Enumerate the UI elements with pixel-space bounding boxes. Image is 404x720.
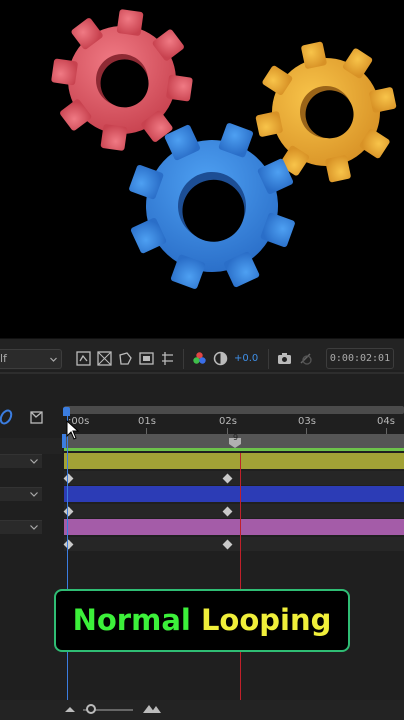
layer-bar-yellow[interactable] [64,453,404,469]
chevron-down-icon[interactable] [30,524,38,531]
chevron-down-icon[interactable] [30,458,38,465]
property-row [64,504,404,518]
exposure-value[interactable]: +0.0 [234,351,258,366]
zoom-out-icon[interactable] [64,704,76,714]
property-row [64,471,404,485]
caption-word-2: Looping [200,603,332,637]
layer-bar-blue[interactable] [64,486,404,502]
marker-label: 9 [233,433,239,442]
time-navigator[interactable] [64,406,404,414]
chevron-down-icon[interactable] [30,491,38,498]
channels-icon[interactable] [192,351,207,366]
layer-row-2[interactable] [0,487,42,501]
ruler-label-4: 04s [377,416,395,427]
composition-viewer[interactable] [0,0,404,338]
toolbar-divider [183,349,184,369]
guides-icon[interactable] [160,351,175,366]
region-icon[interactable] [139,351,154,366]
timeline-zoom-bar [0,700,404,720]
layer-row-3[interactable] [0,520,42,534]
layer-list [0,400,62,720]
timecode-display[interactable]: 0:00:02:01 [326,348,394,369]
zoom-in-icon[interactable] [142,702,162,714]
mask-icon[interactable] [118,351,133,366]
layer-row-1[interactable] [0,454,42,468]
current-time-indicator[interactable] [67,410,68,710]
playhead-line[interactable] [240,453,241,700]
panel-separator [0,372,404,374]
gears-render [51,9,397,289]
caption-word-1: Normal [72,603,191,637]
layer-bar-purple[interactable] [64,519,404,535]
toolbar-divider [268,349,269,369]
property-row [64,537,404,551]
grid-icon[interactable] [97,351,112,366]
current-time-indicator-head[interactable] [63,407,70,416]
exposure-reset-icon[interactable] [213,351,228,366]
fast-preview-icon[interactable] [76,351,91,366]
caption-banner: Normal Looping [54,589,350,652]
ruler-label-3: 03s [298,416,316,427]
comp-marker[interactable]: 9 [228,433,242,448]
zoom-slider-knob[interactable] [86,704,96,714]
resolution-dropdown[interactable]: lf [0,349,62,369]
color-sync-icon[interactable] [298,351,313,366]
chevron-down-icon [50,357,57,362]
camera-icon[interactable] [277,351,292,366]
ruler-label-1: 01s [138,416,156,427]
resolution-value: lf [0,352,7,365]
ruler-label-2: 02s [219,416,237,427]
mouse-cursor-icon [66,420,80,440]
